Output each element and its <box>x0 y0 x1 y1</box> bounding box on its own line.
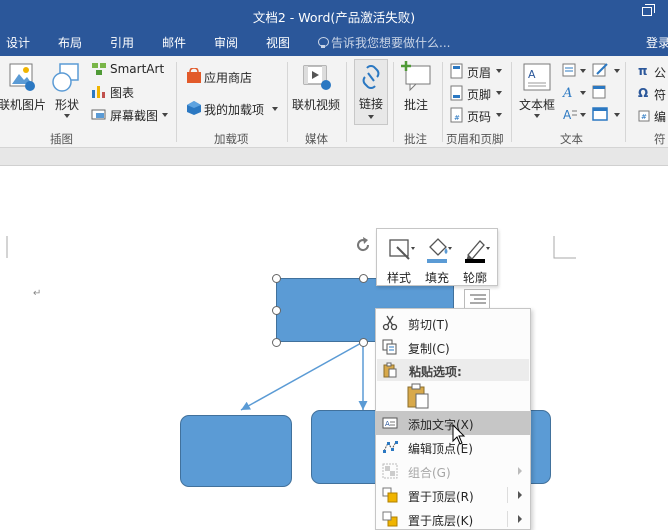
menu-item-send-to-back-label: 置于底层(K) <box>408 514 474 528</box>
mini-format-toolbar: 样式 填充 轮廓 <box>376 228 498 286</box>
split-divider <box>507 487 508 503</box>
connector-arrow-left <box>240 341 364 411</box>
resize-handle-bottom[interactable] <box>359 338 368 347</box>
layout-options-icon <box>470 294 486 304</box>
layout-options-button[interactable] <box>464 289 490 309</box>
resize-handle-left[interactable] <box>272 306 281 315</box>
paste-clipboard-icon <box>407 383 429 409</box>
menu-item-bring-to-front-label: 置于顶层(R) <box>408 490 474 504</box>
menu-item-group[interactable]: 组合(G) <box>376 459 530 483</box>
clipboard-icon <box>383 362 397 378</box>
menu-item-send-to-back[interactable]: 置于底层(K) <box>376 507 530 530</box>
paste-keep-source-button[interactable] <box>406 383 430 409</box>
mouse-cursor-icon <box>452 424 466 445</box>
menu-item-cut[interactable]: 剪切(T) <box>376 311 530 335</box>
add-text-icon: A <box>382 417 398 429</box>
paste-options-label: 粘贴选项: <box>409 365 462 379</box>
menu-item-cut-label: 剪切(T) <box>408 318 449 332</box>
split-divider <box>507 511 508 527</box>
outline-pen-icon <box>465 240 490 263</box>
paste-options-header: 粘贴选项: <box>377 359 529 381</box>
resize-handle-bottom-left[interactable] <box>272 338 281 347</box>
send-to-back-icon <box>382 511 398 527</box>
edit-points-icon <box>383 441 398 453</box>
resize-handle-top-left[interactable] <box>272 274 281 283</box>
shape-bottom-left[interactable] <box>180 415 292 487</box>
outline-button[interactable]: 轮廓 <box>457 233 493 285</box>
submenu-arrow-icon <box>518 467 522 475</box>
svg-text:A: A <box>385 420 390 428</box>
resize-handle-top[interactable] <box>359 274 368 283</box>
menu-item-bring-to-front[interactable]: 置于顶层(R) <box>376 483 530 507</box>
fill-label: 填充 <box>424 271 449 285</box>
menu-item-group-label: 组合(G) <box>408 466 451 480</box>
rotate-handle-icon[interactable] <box>354 236 372 254</box>
style-label: 样式 <box>386 271 411 285</box>
submenu-arrow-icon[interactable] <box>518 491 522 499</box>
bring-to-front-icon <box>382 487 398 503</box>
menu-item-copy[interactable]: 复制(C) <box>376 335 530 359</box>
context-menu: 剪切(T) 复制(C) 粘贴选项: A 添加文字(X) 编辑顶点(E) 组合(G… <box>375 308 531 530</box>
shape-style-icon <box>389 239 415 260</box>
style-button[interactable]: 样式 <box>381 233 417 285</box>
submenu-arrow-icon[interactable] <box>518 515 522 523</box>
fill-button[interactable]: 填充 <box>419 233 455 285</box>
copy-icon <box>382 339 397 355</box>
menu-item-copy-label: 复制(C) <box>408 342 450 356</box>
group-icon <box>382 463 398 479</box>
outline-label: 轮廓 <box>462 271 487 285</box>
fill-bucket-icon <box>427 238 452 263</box>
scissors-icon <box>382 315 398 331</box>
